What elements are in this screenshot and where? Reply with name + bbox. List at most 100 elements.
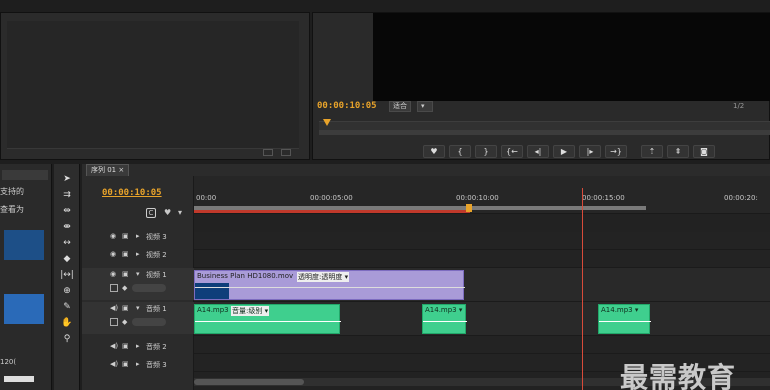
mark-in-button[interactable]: {	[449, 145, 471, 158]
volume-line[interactable]	[195, 321, 341, 322]
lane-video-3[interactable]	[194, 232, 770, 250]
transport-controls: ♥ { } {← ◂| ▶ |▸ →} ⇡ ⇞ ◙	[423, 145, 715, 159]
monitor-track-bar[interactable]	[319, 130, 770, 135]
display-style-icon[interactable]	[110, 318, 118, 326]
speaker-icon[interactable]: ◀)	[110, 342, 118, 350]
step-forward-button[interactable]: |▸	[579, 145, 601, 158]
playhead-handle-icon[interactable]	[466, 204, 472, 212]
lock-icon[interactable]: ▣	[122, 232, 129, 240]
rolling-edit-tool-icon[interactable]: ⇼	[58, 220, 76, 234]
lane-audio-2[interactable]	[194, 336, 770, 354]
collapse-icon[interactable]: ▾	[136, 304, 140, 312]
marker-dropdown-icon[interactable]: ▾	[178, 208, 182, 217]
eye-icon[interactable]: ◉	[110, 270, 116, 278]
opacity-line[interactable]	[195, 287, 465, 288]
selection-tool-icon[interactable]: ➤	[58, 172, 76, 186]
ripple-edit-tool-icon[interactable]: ⇹	[58, 204, 76, 218]
lane-video-2[interactable]	[194, 250, 770, 268]
lock-icon[interactable]: ▣	[122, 250, 129, 258]
panel-header[interactable]	[2, 170, 48, 180]
sequence-timecode[interactable]: 00:00:10:05	[102, 188, 162, 198]
rate-stretch-tool-icon[interactable]: ↔	[58, 236, 76, 250]
lane-audio-1[interactable]: A14.mp3 音量:级别 ▾ A14.mp3 ▾ A14.mp3 ▾	[194, 302, 770, 336]
panel-corner-icon-2[interactable]	[281, 149, 291, 156]
go-to-out-button[interactable]: →}	[605, 145, 627, 158]
lock-icon[interactable]: ▣	[122, 360, 129, 368]
eye-icon[interactable]: ◉	[110, 232, 116, 240]
ruler-label: 00:00:05:00	[310, 194, 353, 202]
expand-icon[interactable]: ▸	[136, 232, 140, 240]
go-to-in-button[interactable]: {←	[501, 145, 523, 158]
keyframe-icon[interactable]: ◆	[122, 318, 127, 326]
slip-tool-icon[interactable]: |↔|	[58, 268, 76, 282]
eye-icon[interactable]: ◉	[110, 250, 116, 258]
keyframe-icon[interactable]: ◆	[122, 284, 127, 292]
track-audio-2[interactable]: ◀) ▣ ▸ 音频 2	[82, 342, 194, 356]
track-name: 视频 2	[146, 251, 167, 259]
time-ruler[interactable]: 00:00 00:00:05:00 00:00:10:00 00:00:15:0…	[194, 176, 770, 214]
keyframe-nav[interactable]	[132, 318, 166, 326]
marker-icon[interactable]: ♥	[164, 208, 171, 217]
lock-icon[interactable]: ▣	[122, 304, 129, 312]
step-back-button[interactable]: ◂|	[527, 145, 549, 158]
monitor-ruler[interactable]	[319, 119, 770, 135]
page-indicator: 1/2	[733, 102, 745, 110]
monitor-playhead-icon[interactable]	[323, 119, 331, 126]
razor-tool-icon[interactable]: ◆	[58, 252, 76, 266]
track-video-3[interactable]: ◉ ▣ ▸ 视频 3	[82, 232, 194, 246]
video-clip[interactable]: Business Plan HD1080.mov 透明度:透明度 ▾	[194, 270, 465, 300]
add-marker-button[interactable]: ♥	[423, 145, 445, 158]
lock-icon[interactable]: ▣	[122, 270, 129, 278]
lock-icon[interactable]: ▣	[122, 342, 129, 350]
expand-icon[interactable]: ▸	[136, 342, 140, 350]
lane-video-1[interactable]: Business Plan HD1080.mov 透明度:透明度 ▾	[194, 268, 770, 302]
play-button[interactable]: ▶	[553, 145, 575, 158]
watermark: 最需教育	[620, 361, 737, 390]
ruler-label: 00:00	[196, 194, 217, 202]
mark-out-button[interactable]: }	[475, 145, 497, 158]
export-frame-button[interactable]: ◙	[693, 145, 715, 158]
zoom-tool-icon[interactable]: ⚲	[58, 332, 76, 346]
project-panel	[0, 12, 310, 160]
speaker-icon[interactable]: ◀)	[110, 360, 118, 368]
thumbnail-2[interactable]	[4, 294, 44, 324]
slide-tool-icon[interactable]: ⊕	[58, 284, 76, 298]
track-name: 视频 3	[146, 233, 167, 241]
slider[interactable]	[4, 376, 34, 382]
work-area-bar-grey[interactable]	[194, 206, 646, 210]
speaker-icon[interactable]: ◀)	[110, 304, 118, 312]
track-audio-1[interactable]: ◀) ▣ ▾ 音频 1 ◆	[82, 302, 194, 334]
clip-effect[interactable]: 透明度:透明度 ▾	[297, 272, 350, 282]
lift-button[interactable]: ⇡	[641, 145, 663, 158]
work-area-bar[interactable]	[194, 210, 470, 213]
hand-tool-icon[interactable]: ✋	[58, 316, 76, 330]
volume-line[interactable]	[423, 321, 467, 322]
pen-tool-icon[interactable]: ✎	[58, 300, 76, 314]
clip-name: A14.mp3	[197, 306, 229, 314]
fit-dropdown[interactable]: 适合	[389, 101, 411, 112]
clip-effect[interactable]: 音量:级别 ▾	[231, 306, 270, 316]
track-video-1[interactable]: ◉ ▣ ▾ 视频 1 ◆	[82, 268, 194, 300]
expand-icon[interactable]: ▸	[136, 250, 140, 258]
audio-clip[interactable]: A14.mp3 音量:级别 ▾	[194, 304, 341, 334]
track-audio-3[interactable]: ◀) ▣ ▸ 音频 3	[82, 360, 194, 374]
track-video-2[interactable]: ◉ ▣ ▸ 视频 2	[82, 250, 194, 264]
extract-button[interactable]: ⇞	[667, 145, 689, 158]
fit-dropdown-arrow-icon[interactable]: ▾	[417, 101, 433, 112]
fit-dropdown-label: 适合	[393, 102, 407, 110]
thumbnail[interactable]	[4, 230, 44, 260]
volume-line[interactable]	[599, 321, 651, 322]
audio-clip[interactable]: A14.mp3 ▾	[598, 304, 651, 334]
collapse-icon[interactable]: ▾	[136, 270, 140, 278]
playhead-line[interactable]	[582, 188, 583, 390]
snap-icon[interactable]: C	[146, 208, 156, 218]
panel-corner-icon[interactable]	[263, 149, 273, 156]
display-style-icon[interactable]	[110, 284, 118, 292]
scroll-thumb[interactable]	[194, 379, 304, 385]
monitor-timecode[interactable]: 00:00:10:05	[317, 101, 377, 111]
track-select-tool-icon[interactable]: ⇉	[58, 188, 76, 202]
tab-sequence-01[interactable]: 序列 01 ×	[86, 164, 130, 176]
audio-clip[interactable]: A14.mp3 ▾	[422, 304, 467, 334]
keyframe-nav[interactable]	[132, 284, 166, 292]
expand-icon[interactable]: ▸	[136, 360, 140, 368]
